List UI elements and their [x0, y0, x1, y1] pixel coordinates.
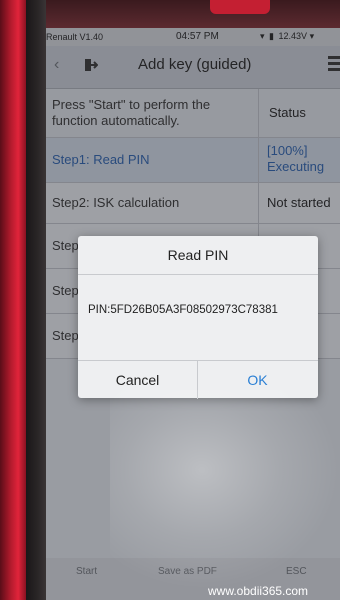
device-logo — [210, 0, 270, 14]
device-dark-bezel — [26, 0, 46, 600]
pin-text: PIN:5FD26B05A3F08502973C78381 — [88, 304, 278, 316]
cancel-button[interactable]: Cancel — [78, 361, 198, 399]
device-top-edge — [0, 0, 340, 28]
ok-button[interactable]: OK — [198, 361, 317, 399]
dialog-buttons: Cancel OK — [78, 360, 318, 399]
watermark: www.obdii365.com — [208, 584, 309, 598]
dialog-title: Read PIN — [78, 236, 318, 275]
device-red-bezel — [0, 0, 26, 600]
read-pin-dialog: Read PIN PIN:5FD26B05A3F08502973C78381 C… — [78, 236, 318, 399]
